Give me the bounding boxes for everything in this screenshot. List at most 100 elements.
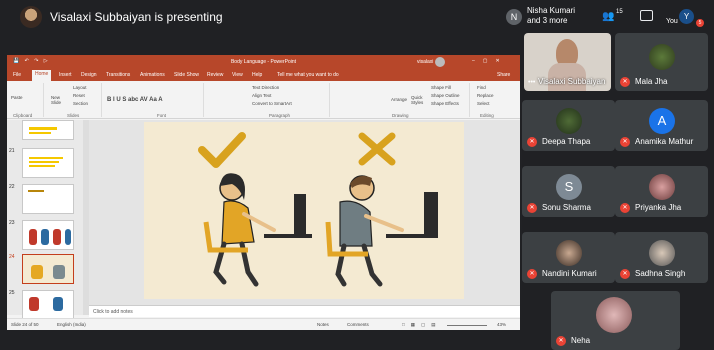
self-view-chip[interactable]: You Y 5 — [666, 8, 704, 27]
home-ribbon: Paste New Slide Layout Reset Section B I… — [7, 81, 520, 119]
tab-help[interactable]: Help — [252, 72, 262, 78]
participant-photo — [649, 44, 675, 70]
mic-muted-icon: ✕ — [527, 137, 537, 147]
participant-tile[interactable]: A ✕ Anamika Mathur — [615, 100, 708, 151]
more-options-icon[interactable]: ••• — [528, 79, 535, 86]
tab-home[interactable]: Home — [32, 70, 52, 81]
ribbon-divider — [101, 83, 102, 117]
select-button[interactable]: Select — [477, 101, 490, 106]
shared-screen-powerpoint: 💾 ↶ ↷ ▷ Body Language - PowerPoint visal… — [7, 55, 520, 330]
new-slide-button[interactable]: New Slide — [51, 95, 71, 105]
participant-tile[interactable]: ✕ Sadhna Singh — [615, 232, 708, 283]
mic-muted-icon: ✕ — [527, 269, 537, 279]
slide-illustration — [198, 132, 438, 287]
tab-insert[interactable]: Insert — [59, 72, 72, 78]
current-slide — [144, 122, 464, 299]
ribbon-divider — [329, 83, 330, 117]
group-paragraph-label: Paragraph — [269, 113, 291, 118]
participant-tile[interactable]: ✕ Neha — [551, 291, 680, 350]
text-direction-button[interactable]: Text Direction — [252, 85, 279, 90]
you-badge: 5 — [696, 19, 704, 27]
quick-styles-button[interactable]: Quick Styles — [411, 95, 427, 105]
presenter-avatar — [20, 6, 42, 28]
slide-thumbnail[interactable] — [22, 220, 74, 250]
participant-tile[interactable]: S ✕ Sonu Sharma — [522, 166, 615, 217]
ppt-title-bar: 💾 ↶ ↷ ▷ Body Language - PowerPoint visal… — [7, 55, 520, 69]
participant-name: Nandini Kumari — [542, 269, 597, 278]
shape-outline-button[interactable]: Shape Outline — [431, 93, 460, 98]
view-buttons[interactable]: □▦▢▤ — [402, 322, 441, 328]
comments-button[interactable]: Comments — [347, 322, 369, 327]
tab-review[interactable]: Review — [207, 72, 223, 78]
slide-thumbnail[interactable] — [22, 290, 74, 320]
ppt-user-name: visalaxi — [417, 59, 434, 65]
presenting-text: Visalaxi Subbaiyan is presenting — [50, 10, 223, 24]
participant-notification[interactable]: Nisha Kumari and 3 more — [527, 6, 575, 26]
ribbon-tabs: File Home Insert Design Transitions Anim… — [7, 69, 520, 81]
arrange-button[interactable]: Arrange — [391, 97, 407, 102]
notification-line-2: and 3 more — [527, 16, 568, 25]
window-controls[interactable]: –▢✕ — [472, 58, 508, 64]
slide-thumbnail[interactable] — [22, 148, 74, 178]
slide-thumbnail[interactable] — [22, 184, 74, 214]
notification-avatar: N — [506, 9, 522, 25]
participant-name: Sonu Sharma — [542, 203, 591, 212]
paste-button[interactable]: Paste — [11, 95, 23, 100]
monitor-left — [294, 194, 306, 234]
tell-me-search[interactable]: Tell me what you want to do — [277, 72, 339, 78]
notes-button[interactable]: Notes — [317, 322, 329, 327]
checkmark-icon — [198, 132, 246, 168]
ribbon-divider — [43, 83, 44, 117]
people-icon[interactable]: 👥 — [602, 11, 614, 22]
smartart-button[interactable]: Convert to SmartArt — [252, 101, 292, 106]
shape-fill-button[interactable]: Shape Fill — [431, 85, 451, 90]
slide-thumbnail-selected[interactable] — [22, 254, 74, 284]
layout-button[interactable]: Layout — [73, 85, 87, 90]
replace-button[interactable]: Replace — [477, 93, 494, 98]
desk-right — [386, 234, 438, 238]
man-body — [339, 200, 373, 247]
slide-number: 23 — [9, 220, 15, 226]
chat-icon[interactable] — [640, 10, 653, 21]
participant-photo — [556, 240, 582, 266]
tab-view[interactable]: View — [232, 72, 243, 78]
slide-counter: Slide 24 of 50 — [11, 322, 39, 327]
zoom-slider[interactable] — [447, 325, 487, 326]
notes-placeholder: Click to add notes — [93, 309, 133, 315]
slide-number: 25 — [9, 290, 15, 296]
group-font-label: Font — [157, 113, 167, 118]
people-count: 15 — [616, 9, 623, 15]
status-bar: Slide 24 of 50 English (India) Notes Com… — [7, 318, 520, 330]
section-button[interactable]: Section — [73, 101, 88, 106]
slide-number: 24 — [9, 254, 15, 260]
shape-effects-button[interactable]: Shape Effects — [431, 101, 459, 106]
notes-pane[interactable]: Click to add notes — [89, 305, 520, 317]
ppt-user-avatar — [435, 57, 445, 67]
participant-name: Mala Jha — [635, 77, 668, 86]
participant-name: Deepa Thapa — [542, 137, 591, 146]
tab-design[interactable]: Design — [81, 72, 97, 78]
share-button[interactable]: Share — [497, 72, 510, 78]
language-indicator[interactable]: English (India) — [57, 322, 86, 327]
participant-tile[interactable]: ✕ Deepa Thapa — [522, 100, 615, 151]
find-button[interactable]: Find — [477, 85, 486, 90]
reset-button[interactable]: Reset — [73, 93, 85, 98]
tab-file[interactable]: File — [13, 72, 21, 78]
group-clipboard-label: Clipboard — [13, 113, 33, 118]
participant-tile[interactable]: ✕ Nandini Kumari — [522, 232, 615, 283]
font-format-buttons[interactable]: B I U S abc AV Aa A — [107, 97, 163, 103]
slide-editing-canvas — [89, 120, 520, 305]
tab-animations[interactable]: Animations — [140, 72, 165, 78]
zoom-level[interactable]: 43% — [497, 322, 506, 327]
align-text-button[interactable]: Align Text — [252, 93, 271, 98]
woman-body — [221, 200, 255, 245]
participant-tile[interactable]: ✕ Priyanka Jha — [615, 166, 708, 217]
participant-photo — [556, 108, 582, 134]
tab-slide-show[interactable]: Slide Show — [174, 72, 199, 78]
slide-thumbnail[interactable] — [22, 120, 74, 140]
group-editing-label: Editing — [480, 113, 494, 118]
tab-transitions[interactable]: Transitions — [106, 72, 130, 78]
participant-tile-presenter-video[interactable]: Visalaxi Subbaiyan ••• — [524, 33, 611, 91]
mic-muted-icon: ✕ — [620, 77, 630, 87]
participant-tile[interactable]: ✕ Mala Jha — [615, 33, 708, 91]
